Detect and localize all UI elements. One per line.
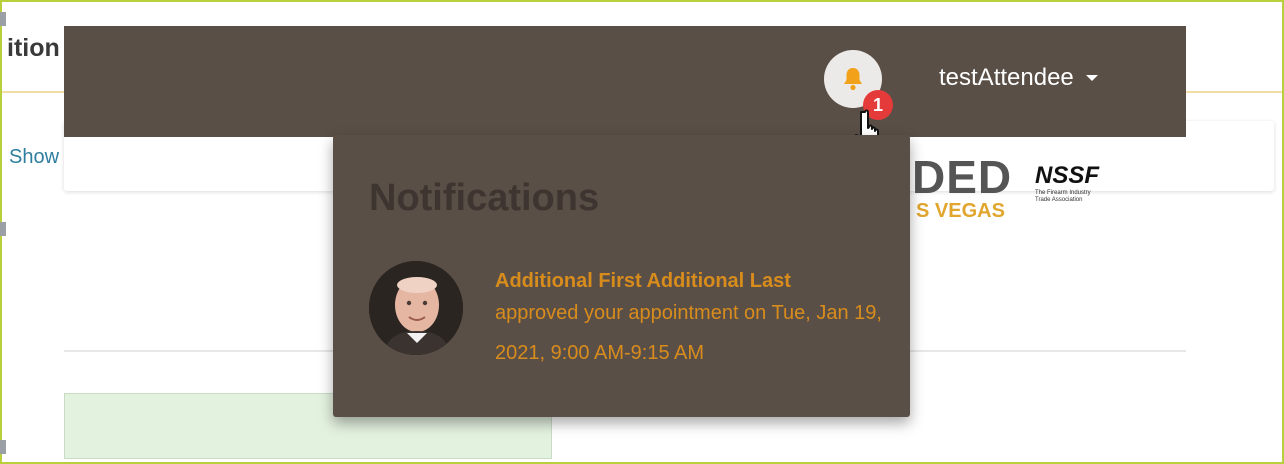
show-link[interactable]: Show	[9, 146, 59, 169]
edge-fragment	[0, 222, 6, 236]
top-navbar: 1 testAttendee	[64, 26, 1186, 151]
nssf-logo: NSSF	[1035, 162, 1100, 189]
logo-city-text: S VEGAS	[916, 200, 1005, 222]
notification-sender: Additional First Additional Last	[495, 270, 791, 292]
notification-message: approved your appointment on Tue, Jan 19…	[495, 302, 882, 364]
user-menu[interactable]: testAttendee	[939, 64, 1098, 92]
logo-main-text: DED	[912, 151, 1013, 203]
event-logo: DED S VEGAS NSSF The Firearm Industry Tr…	[880, 150, 1140, 226]
edge-fragment	[0, 440, 6, 454]
notifications-title: Notifications	[369, 177, 600, 219]
edge-fragment	[0, 12, 6, 26]
notification-item[interactable]: Additional First Additional Last approve…	[369, 261, 889, 364]
notifications-dropdown: Notifications Additional First Additiona…	[333, 135, 910, 417]
bell-icon	[844, 68, 862, 91]
user-name: testAttendee	[939, 64, 1074, 91]
chevron-down-icon	[1085, 75, 1098, 81]
avatar	[369, 261, 463, 355]
page-title-fragment: ition	[7, 34, 60, 62]
notification-text: Additional First Additional Last approve…	[495, 269, 895, 373]
nssf-subtitle: The Firearm Industry Trade Association	[1035, 190, 1091, 203]
